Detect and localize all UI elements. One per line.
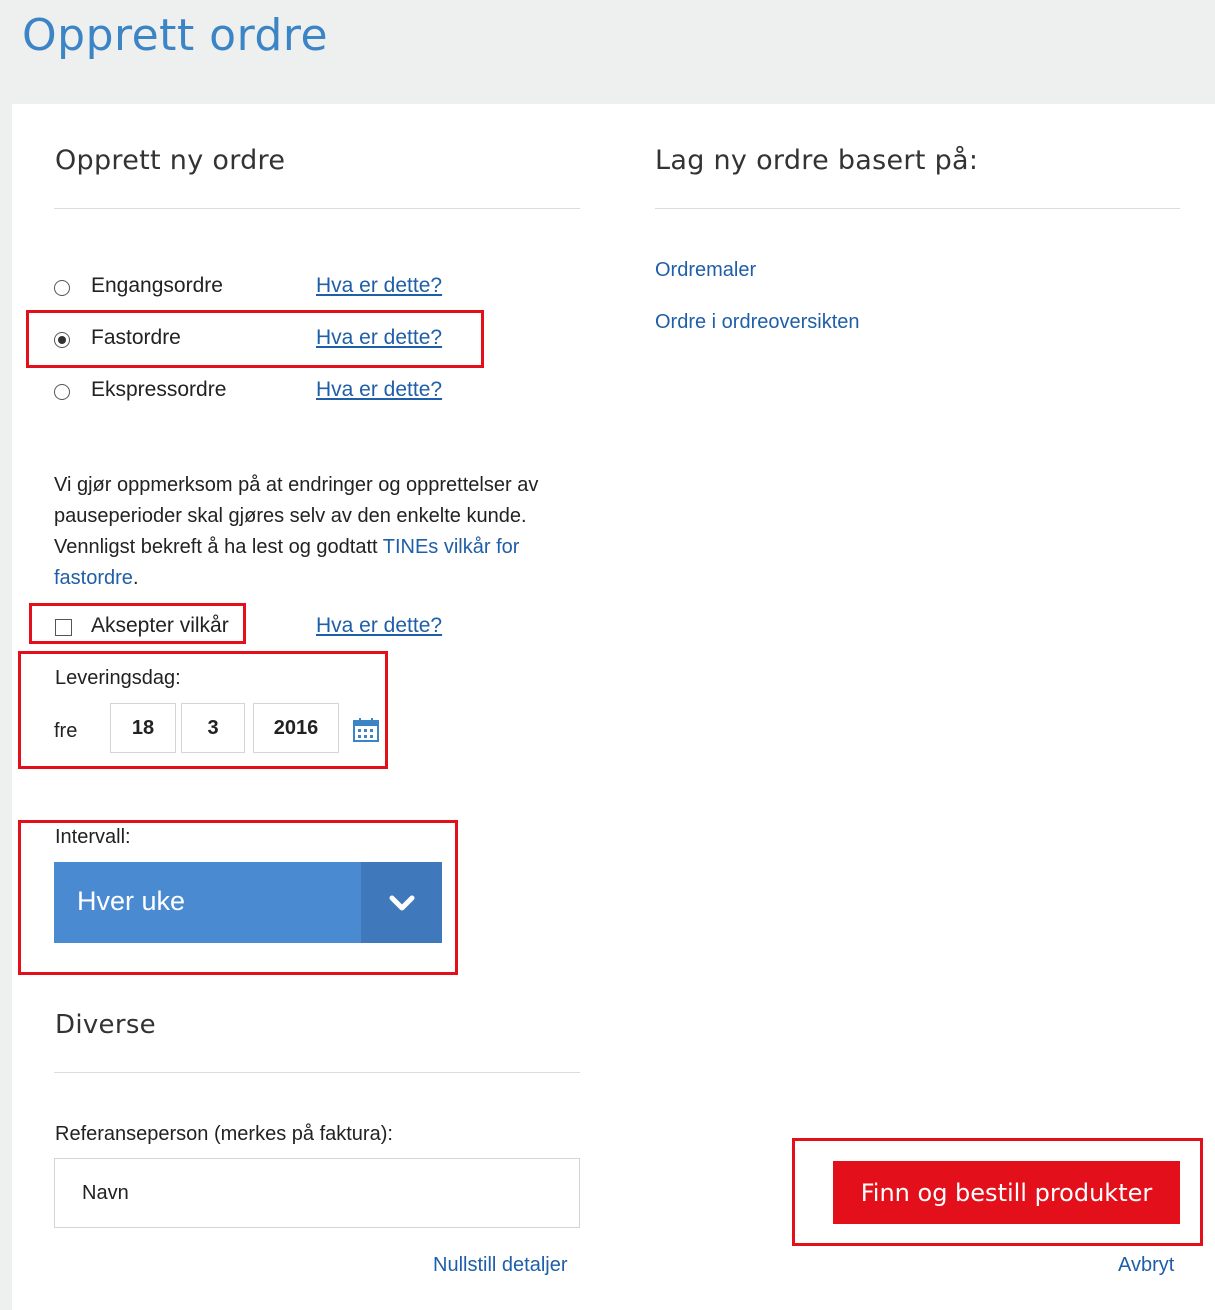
highlight-box <box>29 603 246 644</box>
radio-label[interactable]: Ekspressordre <box>91 378 226 402</box>
misc-heading: Diverse <box>55 1010 156 1040</box>
reference-label: Referanseperson (merkes på faktura): <box>55 1123 393 1145</box>
page: Opprett ordre Opprett ny ordre Engangsor… <box>0 0 1215 1310</box>
help-link-engangsordre[interactable]: Hva er dette? <box>316 274 442 298</box>
reset-details-link[interactable]: Nullstill detaljer <box>433 1254 568 1277</box>
highlight-box <box>792 1138 1203 1246</box>
cancel-link[interactable]: Avbryt <box>1118 1254 1174 1277</box>
radio-engangsordre[interactable] <box>54 280 70 296</box>
order-overview-link[interactable]: Ordre i ordreoversikten <box>655 311 860 334</box>
fastordre-notice: Vi gjør oppmerksom på at endringer og op… <box>54 470 574 594</box>
highlight-box <box>18 651 388 769</box>
highlight-box <box>26 310 484 368</box>
divider <box>655 208 1180 209</box>
based-on-heading: Lag ny ordre basert på: <box>655 145 979 176</box>
page-header: Opprett ordre <box>0 0 1215 104</box>
notice-end: . <box>132 567 139 589</box>
highlight-box <box>18 820 458 975</box>
radio-ekspressordre[interactable] <box>54 384 70 400</box>
create-order-heading: Opprett ny ordre <box>55 145 286 176</box>
page-title: Opprett ordre <box>22 10 329 61</box>
divider <box>54 1072 580 1073</box>
order-templates-link[interactable]: Ordremaler <box>655 259 756 282</box>
reference-input[interactable] <box>54 1158 580 1228</box>
help-link-accept[interactable]: Hva er dette? <box>316 614 442 638</box>
left-gutter <box>0 104 12 1310</box>
radio-label[interactable]: Engangsordre <box>91 274 223 298</box>
help-link-ekspressordre[interactable]: Hva er dette? <box>316 378 442 402</box>
divider <box>54 208 580 209</box>
